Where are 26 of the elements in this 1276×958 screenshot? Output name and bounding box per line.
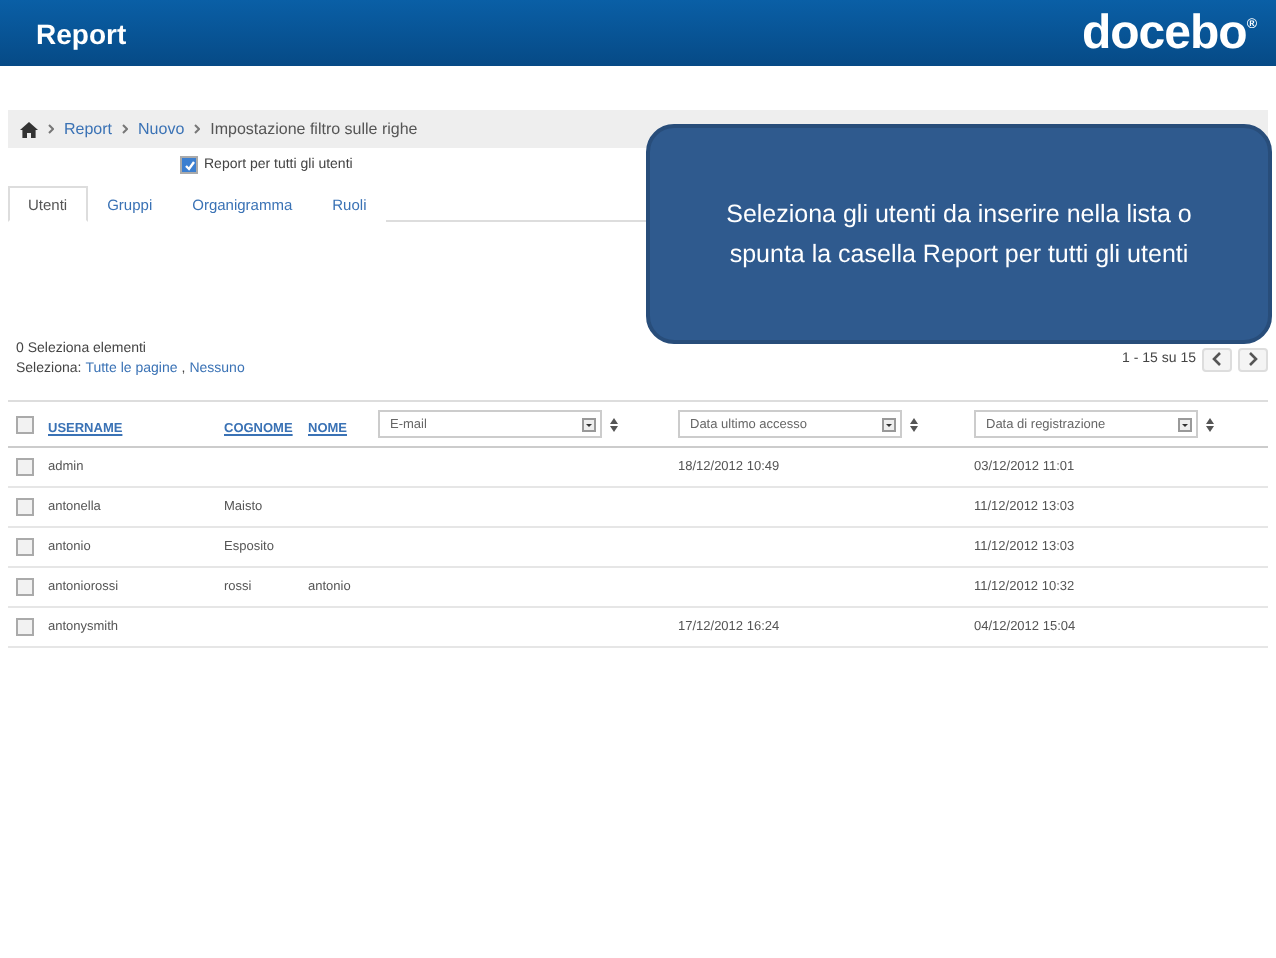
checkbox[interactable]	[16, 498, 34, 516]
checkbox[interactable]	[180, 156, 198, 174]
checkbox[interactable]	[16, 415, 34, 433]
caret-icon	[1178, 417, 1192, 431]
next-page-button[interactable]	[1238, 347, 1268, 371]
breadcrumb-current[interactable]: Impostazione filtro sulle righe	[210, 120, 418, 138]
chevron-icon	[194, 124, 201, 134]
caret-icon	[882, 417, 896, 431]
chevron-left-icon	[1212, 352, 1222, 366]
caret-icon	[582, 417, 596, 431]
checkbox[interactable]	[16, 618, 34, 636]
page-title: Report	[36, 17, 127, 49]
checkbox[interactable]	[16, 538, 34, 556]
sort-icon[interactable]	[1206, 417, 1214, 431]
sort-icon[interactable]	[610, 417, 618, 431]
chevron-icon	[48, 124, 54, 134]
breadcrumb-link[interactable]: Report	[64, 120, 113, 138]
home-icon[interactable]	[20, 121, 38, 137]
sort-icon[interactable]	[910, 417, 918, 431]
breadcrumb-link[interactable]: Nuovo	[138, 120, 185, 138]
chevron-icon	[122, 124, 129, 134]
checkbox[interactable]	[16, 458, 34, 476]
chevron-right-icon	[1248, 352, 1258, 366]
checkbox[interactable]	[16, 578, 34, 596]
previous-page-button[interactable]	[1202, 347, 1232, 371]
callout-note: Seleziona gli utenti da inserire nella lista o spunta la casella Report per tutti gli utenti	[646, 124, 1272, 344]
